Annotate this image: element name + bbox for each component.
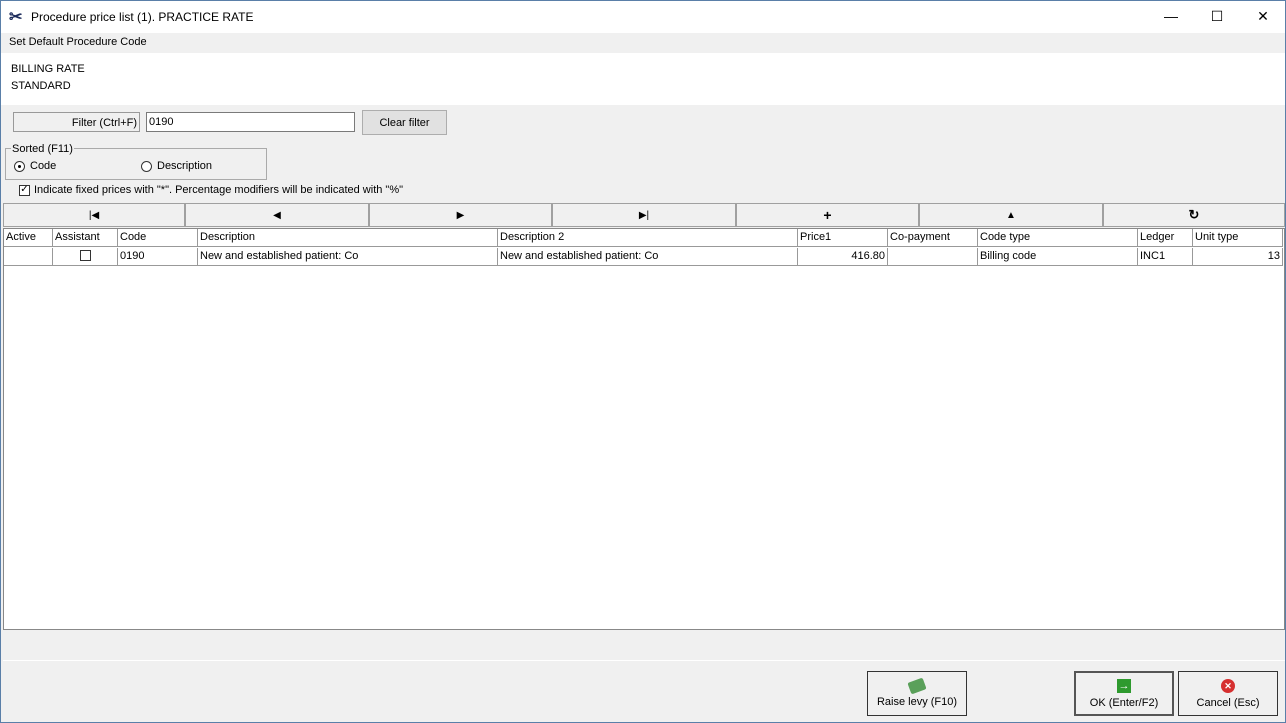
plus-icon: +	[823, 207, 832, 223]
radio-selected-icon	[14, 160, 25, 172]
maximize-button[interactable]: ☐	[1194, 1, 1240, 31]
cell-price1[interactable]: 416.80	[798, 248, 888, 266]
col-copayment[interactable]: Co-payment	[888, 229, 978, 247]
close-button[interactable]: ✕	[1240, 1, 1286, 31]
last-icon: ▶|	[638, 209, 650, 221]
nav-last-button[interactable]: ▶|	[552, 203, 736, 227]
cancel-button[interactable]: ✕ Cancel (Esc)	[1178, 671, 1278, 716]
sort-code-label: Code	[30, 160, 57, 172]
cancel-label: Cancel (Esc)	[1196, 696, 1260, 709]
divider	[3, 660, 1285, 661]
money-add-icon	[907, 677, 927, 694]
assistant-checkbox[interactable]	[79, 250, 91, 261]
cell-copayment[interactable]	[888, 248, 978, 266]
nav-prior-button[interactable]: ◀	[185, 203, 369, 227]
indicate-fixed-prices-checkbox[interactable]: ✓ Indicate fixed prices with "*". Percen…	[19, 184, 403, 196]
menu-set-default-procedure-code[interactable]: Set Default Procedure Code	[9, 36, 147, 48]
info-panel: BILLING RATE STANDARD	[1, 51, 1285, 105]
ok-label: OK (Enter/F2)	[1089, 696, 1159, 709]
nav-insert-button[interactable]: +	[736, 203, 919, 227]
checkmark-icon: ✓	[19, 184, 30, 196]
sorted-group: Sorted (F11) Code Description	[5, 143, 267, 180]
billing-rate-label: BILLING RATE	[11, 63, 85, 75]
title-bar: ✂ Procedure price list (1). PRACTICE RAT…	[1, 1, 1285, 33]
sort-description-label: Description	[157, 160, 213, 172]
col-code-type[interactable]: Code type	[978, 229, 1138, 247]
col-description[interactable]: Description	[198, 229, 498, 247]
col-assistant[interactable]: Assistant	[53, 229, 118, 247]
nav-post-button[interactable]: ▲	[919, 203, 1103, 227]
nav-first-button[interactable]: |◀	[3, 203, 185, 227]
clear-filter-button[interactable]: Clear filter	[362, 110, 447, 135]
filter-label: Filter (Ctrl+F)	[13, 112, 140, 132]
cell-assistant[interactable]	[53, 248, 118, 266]
sort-description-radio[interactable]: Description	[141, 160, 212, 172]
sorted-legend: Sorted (F11)	[11, 143, 74, 155]
procedure-grid[interactable]: Active Assistant Code Description Descri…	[3, 228, 1285, 630]
cell-code-type[interactable]: Billing code	[978, 248, 1138, 266]
tools-icon: ✂	[9, 9, 23, 26]
ok-button[interactable]: → OK (Enter/F2)	[1074, 671, 1174, 716]
cancel-x-icon: ✕	[1221, 678, 1235, 693]
refresh-icon: ↻	[1188, 207, 1200, 222]
arrow-right-icon: →	[1117, 678, 1131, 693]
nav-next-button[interactable]: ▶	[369, 203, 552, 227]
col-unit-type[interactable]: Unit type	[1193, 229, 1283, 247]
col-active[interactable]: Active	[4, 229, 53, 247]
cell-description2[interactable]: New and established patient: Co	[498, 248, 798, 266]
minimize-button[interactable]: —	[1148, 1, 1194, 31]
window-title: Procedure price list (1). PRACTICE RATE	[31, 10, 254, 24]
next-icon: ▶	[456, 209, 465, 221]
filter-input[interactable]	[146, 112, 355, 132]
sort-code-radio[interactable]: Code	[14, 160, 56, 172]
col-ledger[interactable]: Ledger	[1138, 229, 1193, 247]
cell-code[interactable]: 0190	[118, 248, 198, 266]
raise-levy-label: Raise levy (F10)	[876, 695, 958, 708]
first-icon: |◀	[88, 209, 100, 221]
cell-active[interactable]	[4, 248, 53, 266]
raise-levy-button[interactable]: Raise levy (F10)	[867, 671, 967, 716]
prior-icon: ◀	[273, 209, 281, 221]
indicate-fixed-prices-label: Indicate fixed prices with "*". Percenta…	[34, 184, 404, 196]
cell-unit-type[interactable]: 13	[1193, 248, 1283, 266]
cell-ledger[interactable]: INC1	[1138, 248, 1193, 266]
nav-refresh-button[interactable]: ↻	[1103, 203, 1285, 227]
col-price1[interactable]: Price1	[798, 229, 888, 247]
col-code[interactable]: Code	[118, 229, 198, 247]
cell-description[interactable]: New and established patient: Co	[198, 248, 498, 266]
standard-label: STANDARD	[11, 80, 71, 92]
col-description2[interactable]: Description 2	[498, 229, 798, 247]
radio-unselected-icon	[141, 160, 152, 172]
up-triangle-icon: ▲	[1006, 209, 1016, 221]
